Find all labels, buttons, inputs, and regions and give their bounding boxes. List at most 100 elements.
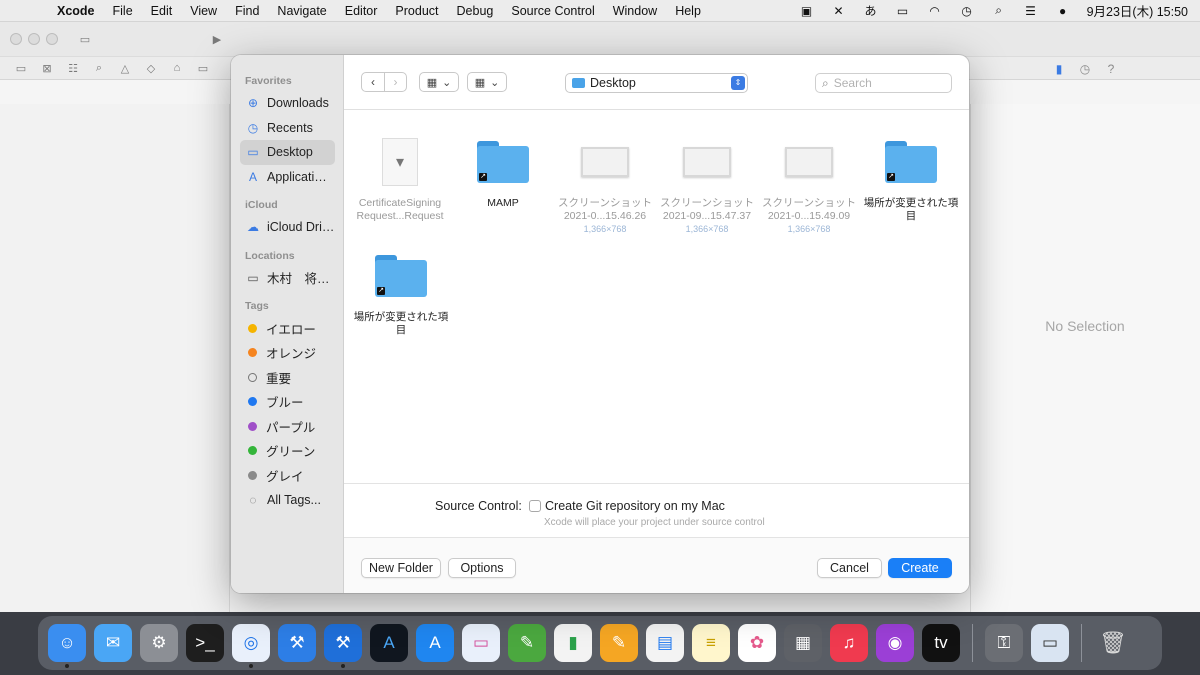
file-item-moved-items-2[interactable]: ↗ 場所が変更された項目 [350,247,452,337]
menu-debug[interactable]: Debug [448,0,503,22]
mute-icon[interactable]: ✕ [823,4,855,18]
back-forward-control: ‹ › [361,72,407,92]
wifi-icon[interactable]: ◠ [919,4,951,18]
run-icon[interactable]: ▶ [204,33,230,46]
zoom-window-icon[interactable] [46,33,58,45]
menu-window[interactable]: Window [604,0,666,22]
file-inspector-icon[interactable]: ▮ [1046,62,1072,76]
file-item-screenshot-2[interactable]: スクリーンショット 2021-09...15.47.37 1,366×768 [656,133,758,236]
instruments-icon[interactable]: A [370,624,408,662]
input-method-icon[interactable]: あ [855,2,887,19]
finder-icon[interactable]: ☺ [48,624,86,668]
sidebar-toggle-icon[interactable]: ▭ [72,33,98,46]
sidebar-item-icloud-drive[interactable]: ☁ iCloud Dri… [231,215,335,240]
certificate-icon: ▾ [382,138,418,186]
minimize-window-icon[interactable] [28,33,40,45]
history-inspector-icon[interactable]: ◷ [1072,62,1098,76]
xcode-icon[interactable]: ⚒ [324,624,362,668]
sidebar-item-mac[interactable]: ▭ 木村 将… [231,266,335,291]
notes-icon[interactable]: ≡ [692,624,730,662]
podcasts-icon[interactable]: ◉ [876,624,914,662]
menu-file[interactable]: File [104,0,142,22]
numbers-icon[interactable]: ▮ [554,624,592,662]
file-item-moved-items-1[interactable]: ↗ 場所が変更された項目 [860,133,962,223]
safari-icon[interactable]: ◎ [232,624,270,668]
trash-icon[interactable]: 🗑 [1094,624,1132,662]
sidebar-tag-important[interactable]: 重要 [231,365,335,390]
file-item-screenshot-1[interactable]: スクリーンショット 2021-0...15.46.26 1,366×768 [554,133,656,236]
create-git-label[interactable]: Create Git repository on my Mac [545,499,725,513]
location-select[interactable]: Desktop ⇕ [565,73,748,93]
simulator-icon[interactable]: ▭ [462,624,500,662]
sidebar-tag-blue[interactable]: ブルー [231,390,335,415]
siri-icon[interactable]: ● [1047,4,1079,18]
file-item-csr[interactable]: ▾ CertificateSigning Request...Request [349,133,451,223]
menu-view[interactable]: View [181,0,226,22]
debug-nav-icon[interactable]: ⌂ [164,62,190,74]
menu-help[interactable]: Help [666,0,710,22]
options-button[interactable]: Options [448,558,516,578]
find-nav-icon[interactable]: ⌕ [86,62,112,75]
symbol-nav-icon[interactable]: ☷ [60,62,86,75]
system-preferences-icon[interactable]: ⚙ [140,624,178,662]
menu-editor[interactable]: Editor [336,0,387,22]
display-icon[interactable]: ▣ [791,4,823,18]
issue-nav-icon[interactable]: △ [112,62,138,75]
pages-icon[interactable]: ✎ [600,624,638,662]
forward-chevron-icon[interactable]: › [384,73,406,91]
menu-find[interactable]: Find [226,0,268,22]
create-button[interactable]: Create [888,558,952,578]
source-control-nav-icon[interactable]: ⊠ [34,62,60,75]
sidebar-item-downloads[interactable]: ⊕ Downloads [231,91,335,116]
calculator-icon[interactable]: ▦ [784,624,822,662]
view-mode-button[interactable]: ▦ ⌄ [419,72,459,92]
battery-icon[interactable]: ▭ [887,4,919,18]
menu-edit[interactable]: Edit [142,0,182,22]
sidebar-item-recents[interactable]: ◷ Recents [231,116,335,141]
app-store-icon[interactable]: A [416,624,454,662]
sidebar-tag-yellow[interactable]: イエロー [231,316,335,341]
breakpoint-nav-icon[interactable]: ▭ [190,62,216,75]
cancel-button[interactable]: Cancel [817,558,882,578]
keychain-icon[interactable]: ⚿ [985,624,1023,662]
create-git-checkbox[interactable] [529,500,541,512]
folder-icon: ↗ [375,255,427,297]
back-chevron-icon[interactable]: ‹ [362,73,384,91]
sidebar-tag-orange[interactable]: オレンジ [231,341,335,366]
photos-icon[interactable]: ✿ [738,624,776,662]
file-item-mamp[interactable]: ↗ MAMP [452,133,554,210]
control-center-icon[interactable]: ☰ [1015,4,1047,18]
preview-icon[interactable]: ▭ [1031,624,1069,662]
close-window-icon[interactable] [10,33,22,45]
sidebar-tag-green[interactable]: グリーン [231,439,335,464]
menu-app[interactable]: Xcode [48,0,104,22]
music-icon[interactable]: ♫ [830,624,868,662]
test-nav-icon[interactable]: ◇ [138,62,164,75]
new-folder-button[interactable]: New Folder [361,558,441,578]
search-input[interactable]: ⌕ Search [815,73,952,93]
sidebar-item-applications[interactable]: A Applicati… [231,165,335,190]
file-item-screenshot-3[interactable]: スクリーンショット 2021-0...15.49.09 1,366×768 [758,133,860,236]
numbers-pen-icon[interactable]: ✎ [508,624,546,662]
help-inspector-icon[interactable]: ? [1098,62,1124,76]
group-mode-button[interactable]: ▦ ⌄ [467,72,507,92]
apple-tv-icon[interactable]: tv [922,624,960,662]
sidebar-tag-purple[interactable]: パープル [231,414,335,439]
menu-clock[interactable]: 9月23日(木) 15:50 [1079,1,1192,20]
menu-navigate[interactable]: Navigate [268,0,335,22]
spotlight-icon[interactable]: ⌕ [983,3,1015,18]
folder-nav-icon[interactable]: ▭ [8,62,34,75]
sidebar-item-desktop[interactable]: ▭ Desktop [240,140,335,165]
sidebar-tag-gray[interactable]: グレイ [231,463,335,488]
xcode-alt-icon[interactable]: ⚒ [278,624,316,662]
tag-dot-icon [248,348,257,358]
icon-view-icon: ▦ [426,76,438,89]
menu-product[interactable]: Product [386,0,447,22]
keynote-icon[interactable]: ▤ [646,624,684,662]
menu-source-control[interactable]: Source Control [502,0,603,22]
mail-icon[interactable]: ✉ [94,624,132,662]
sidebar-all-tags[interactable]: ◌ All Tags... [231,488,335,513]
time-machine-icon[interactable]: ◷ [951,4,983,18]
terminal-icon[interactable]: >_ [186,624,224,662]
dock: ☺ ✉ ⚙ >_ ◎ ⚒ ⚒ A A ▭ ✎ ▮ ✎ ▤ ≡ ✿ ▦ ♫ ◉ t… [38,616,1162,670]
